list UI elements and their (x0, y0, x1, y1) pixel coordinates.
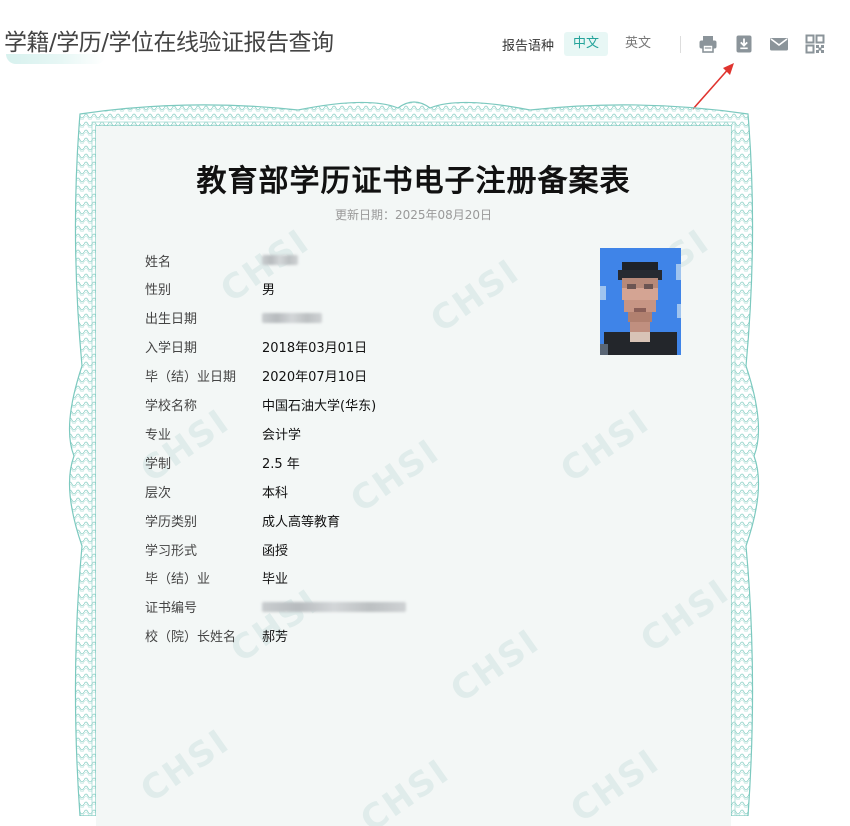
mail-icon[interactable] (769, 34, 789, 54)
watermark-text: CHSI (443, 621, 548, 711)
field-label: 入学日期 (145, 341, 198, 357)
report-language-label: 报告语种 (502, 38, 555, 54)
field-row: 姓名 (145, 250, 298, 270)
field-value: 男 (262, 283, 276, 299)
field-value: 本科 (262, 485, 289, 501)
field-value: 2020年07月10日 (262, 370, 368, 386)
field-label: 姓名 (145, 254, 172, 270)
field-row: 学校名称 中国石油大学(华东) (145, 395, 376, 415)
page-title: 学籍/学历/学位在线验证报告查询 (4, 30, 334, 56)
field-value: 中国石油大学(华东) (262, 399, 377, 414)
redacted-value (262, 255, 298, 265)
field-label: 学制 (145, 456, 172, 472)
field-label: 证书编号 (145, 601, 198, 617)
update-date: 更新日期：2025年08月20日 (334, 208, 493, 222)
field-row: 校（院）长姓名 郝芳 (145, 626, 288, 646)
field-label: 出生日期 (145, 312, 198, 328)
student-photo (600, 248, 681, 355)
field-label: 学历类别 (145, 514, 198, 530)
print-icon[interactable] (698, 34, 718, 54)
watermark-text: CHSI (633, 571, 731, 661)
field-label: 毕（结）业日期 (145, 370, 237, 386)
watermark-text: CHSI (343, 431, 448, 521)
lang-english-button[interactable]: 英文 (616, 32, 660, 56)
redacted-value (262, 601, 406, 612)
watermark-text: CHSI (133, 721, 238, 811)
field-label: 毕（结）业 (145, 572, 211, 588)
field-row: 毕（结）业日期 2020年07月10日 (145, 366, 367, 386)
watermark-text: CHSI (353, 751, 458, 826)
field-value: 郝芳 (262, 630, 289, 646)
watermark-text: CHSI (553, 401, 658, 491)
field-value: 成人高等教育 (262, 514, 341, 530)
watermark-text: CHSI (563, 741, 668, 826)
field-row: 入学日期 2018年03月01日 (145, 337, 367, 357)
toolbar-divider (680, 36, 681, 53)
certificate-title: 教育部学历证书电子注册备案表 (196, 164, 631, 199)
field-label: 校（院）长姓名 (145, 630, 237, 646)
redacted-value (262, 312, 322, 323)
qrcode-icon[interactable] (805, 34, 825, 54)
field-row: 学历类别 成人高等教育 (145, 510, 340, 530)
field-label: 学校名称 (145, 399, 198, 414)
field-row: 学习形式 函授 (145, 539, 288, 559)
field-label: 层次 (145, 485, 172, 501)
watermark-text: CHSI (133, 401, 238, 491)
field-label: 性别 (145, 283, 172, 299)
field-value: 毕业 (262, 572, 289, 588)
field-row: 出生日期 (145, 308, 322, 328)
field-row: 层次 本科 (145, 481, 288, 501)
report-language-switcher: 报告语种 中文 英文 (502, 32, 660, 56)
lang-chinese-button[interactable]: 中文 (564, 32, 609, 56)
field-row: 性别 男 (145, 279, 275, 299)
field-row: 专业 会计学 (145, 423, 301, 443)
field-row: 毕（结）业 毕业 (145, 568, 288, 588)
certificate-body: CHSI CHSI CHSI CHSI CHSI CHSI CHSI CHSI … (96, 126, 731, 826)
field-row: 学制 2.5 年 (145, 452, 300, 472)
field-value: 2.5 年 (262, 456, 300, 472)
watermark-text: CHSI (423, 251, 528, 341)
download-icon[interactable] (734, 34, 754, 54)
field-value: 函授 (262, 543, 289, 559)
field-value: 会计学 (262, 427, 302, 443)
field-label: 专业 (145, 427, 172, 443)
field-value: 2018年03月01日 (262, 341, 368, 357)
field-label: 学习形式 (145, 543, 198, 559)
field-row: 证书编号 (145, 597, 406, 617)
